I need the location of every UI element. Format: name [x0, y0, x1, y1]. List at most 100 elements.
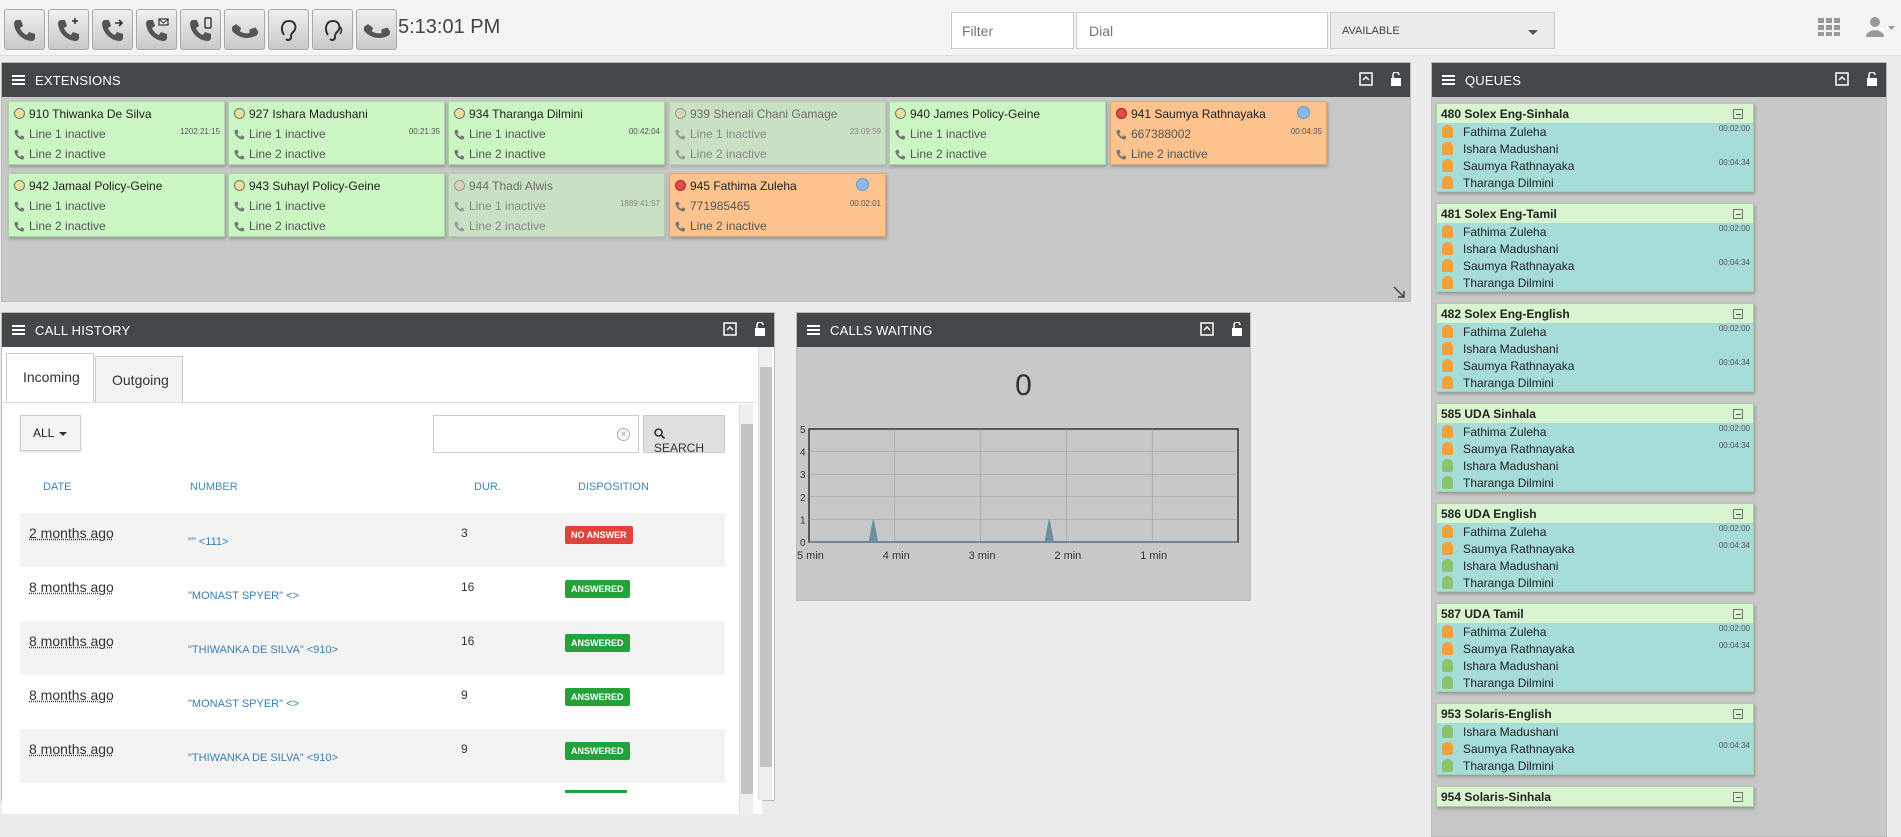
queue-member[interactable]: Saumya Rathnayaka 00:04:34	[1437, 740, 1753, 757]
col-date[interactable]: DATE	[43, 481, 72, 493]
queue-member[interactable]: Fathima Zuleha 00:02:00	[1437, 523, 1753, 540]
call-number-link[interactable]: "THIWANKA DE SILVA" <910>	[188, 644, 338, 656]
minimize-icon[interactable]	[1733, 509, 1743, 519]
maximize-icon[interactable]	[1835, 72, 1849, 86]
menu-icon[interactable]	[12, 75, 25, 85]
menu-icon[interactable]	[1442, 75, 1455, 85]
queue-card[interactable]: 482 Solex Eng-English Fathima Zuleha 00:02…	[1436, 303, 1754, 392]
queue-card[interactable]: 953 Solaris-English Ishara Madushani Saumy…	[1436, 703, 1754, 775]
extension-card[interactable]: 939 Shenali Chani Gamage Line 1 inactive L…	[669, 101, 886, 165]
extension-card[interactable]: 941 Saumya Rathnayaka 667388002 Line 2 ina…	[1110, 101, 1327, 165]
queue-card[interactable]: 587 UDA Tamil Fathima Zuleha 00:02:00 Saumy…	[1436, 603, 1754, 692]
info-icon[interactable]	[856, 178, 869, 191]
queue-member[interactable]: Fathima Zuleha 00:02:00	[1437, 123, 1753, 140]
history-outer-scrollbar[interactable]	[758, 347, 772, 800]
extension-card[interactable]: 945 Fathima Zuleha 771985465 Line 2 inacti…	[669, 173, 886, 237]
queue-member[interactable]: Tharanga Dilmini	[1437, 174, 1753, 191]
queue-member[interactable]: Tharanga Dilmini	[1437, 674, 1753, 691]
call-date[interactable]: 2 months ago	[29, 525, 114, 541]
queue-member[interactable]: Fathima Zuleha 00:02:00	[1437, 323, 1753, 340]
phone-mobile-button[interactable]	[180, 9, 221, 50]
minimize-icon[interactable]	[1733, 709, 1743, 719]
phone-transfer-button[interactable]	[92, 9, 133, 50]
call-number-link[interactable]: "THIWANKA DE SILVA" <910>	[188, 752, 338, 764]
col-duration[interactable]: DUR.	[474, 481, 501, 493]
lock-icon[interactable]	[1389, 71, 1403, 86]
maximize-icon[interactable]	[723, 322, 737, 336]
status-select[interactable]: AVAILABLE	[1330, 12, 1555, 49]
queue-member[interactable]: Tharanga Dilmini	[1437, 474, 1753, 491]
extension-card[interactable]: 943 Suhayl Policy-Geine Line 1 inactive Li…	[228, 173, 445, 237]
queue-member[interactable]: Saumya Rathnayaka 00:04:34	[1437, 440, 1753, 457]
queue-card[interactable]: 586 UDA English Fathima Zuleha 00:02:00 Sau…	[1436, 503, 1754, 592]
info-icon[interactable]	[1297, 106, 1310, 119]
dial-input[interactable]	[1076, 12, 1328, 49]
extension-card[interactable]: 942 Jamaal Policy-Geine Line 1 inactive Li…	[8, 173, 225, 237]
menu-icon[interactable]	[12, 325, 25, 335]
phone-hangup-button[interactable]	[224, 9, 265, 50]
queue-card[interactable]: 481 Solex Eng-Tamil Fathima Zuleha 00:02:0…	[1436, 203, 1754, 292]
history-inner-scrollbar[interactable]	[739, 404, 753, 814]
queue-member[interactable]: Saumya Rathnayaka 00:04:34	[1437, 157, 1753, 174]
tab-incoming[interactable]: Incoming	[6, 353, 94, 403]
extension-card[interactable]: 927 Ishara Madushani Line 1 inactive Line …	[228, 101, 445, 165]
call-number-link[interactable]: "MONAST SPYER" <>	[188, 698, 299, 710]
minimize-icon[interactable]	[1733, 209, 1743, 219]
queue-member[interactable]: Ishara Madushani	[1437, 240, 1753, 257]
queue-member[interactable]: Tharanga Dilmini	[1437, 374, 1753, 391]
search-button[interactable]: SEARCH	[643, 415, 725, 455]
lock-icon[interactable]	[753, 321, 767, 336]
queue-member[interactable]: Ishara Madushani	[1437, 723, 1753, 740]
queue-member[interactable]: Tharanga Dilmini	[1437, 574, 1753, 591]
tab-outgoing[interactable]: Outgoing	[95, 356, 183, 403]
table-row[interactable]: 8 months ago "MONAST SPYER" <> 9 ANSWERED	[20, 675, 725, 729]
menu-icon[interactable]	[807, 325, 820, 335]
resize-icon[interactable]	[1392, 285, 1406, 299]
filter-dropdown[interactable]: ALL	[20, 415, 81, 451]
minimize-icon[interactable]	[1733, 109, 1743, 119]
extension-card[interactable]: 910 Thiwanka De Silva Line 1 inactive Line…	[8, 101, 225, 165]
queue-member[interactable]: Ishara Madushani	[1437, 657, 1753, 674]
phone-add-button[interactable]	[48, 9, 89, 50]
call-number-link[interactable]: "MONAST SPYER" <>	[188, 590, 299, 602]
user-icon[interactable]	[1866, 16, 1896, 38]
queue-member[interactable]: Tharanga Dilmini	[1437, 274, 1753, 291]
queue-member[interactable]: Fathima Zuleha 00:02:00	[1437, 623, 1753, 640]
minimize-icon[interactable]	[1733, 409, 1743, 419]
phone-mail-button[interactable]	[136, 9, 177, 50]
lock-icon[interactable]	[1230, 321, 1244, 336]
table-row[interactable]: 8 months ago "MONAST SPYER" <> 16 ANSWERED	[20, 567, 725, 621]
call-date[interactable]: 8 months ago	[29, 579, 114, 595]
extension-card[interactable]: 944 Thadi Alwis Line 1 inactive Line 2 ina…	[448, 173, 665, 237]
queue-member[interactable]: Fathima Zuleha 00:02:00	[1437, 223, 1753, 240]
table-row[interactable]: 8 months ago "THIWANKA DE SILVA" <910> 16 A…	[20, 621, 725, 675]
queue-member[interactable]: Saumya Rathnayaka 00:04:34	[1437, 257, 1753, 274]
listen-button[interactable]	[312, 9, 353, 50]
history-search-input[interactable]: ✕	[433, 415, 639, 453]
minimize-icon[interactable]	[1733, 792, 1743, 802]
col-disposition[interactable]: DISPOSITION	[578, 481, 649, 493]
minimize-icon[interactable]	[1733, 309, 1743, 319]
phone-hold-button[interactable]	[356, 9, 397, 50]
apps-grid-icon[interactable]	[1818, 18, 1840, 36]
clear-icon[interactable]: ✕	[617, 428, 630, 441]
queue-member[interactable]: Ishara Madushani	[1437, 340, 1753, 357]
minimize-icon[interactable]	[1733, 609, 1743, 619]
filter-input[interactable]	[951, 12, 1074, 49]
queue-member[interactable]: Ishara Madushani	[1437, 457, 1753, 474]
queue-card[interactable]: 585 UDA Sinhala Fathima Zuleha 00:02:00 Sau…	[1436, 403, 1754, 492]
call-date[interactable]: 8 months ago	[29, 741, 114, 757]
queue-member[interactable]: Saumya Rathnayaka 00:04:34	[1437, 357, 1753, 374]
queue-card[interactable]: 954 Solaris-Sinhala	[1436, 786, 1754, 807]
queue-member[interactable]: Tharanga Dilmini	[1437, 757, 1753, 774]
phone-button[interactable]	[4, 9, 45, 50]
queue-card[interactable]: 480 Solex Eng-Sinhala Fathima Zuleha 00:02…	[1436, 103, 1754, 192]
call-date[interactable]: 8 months ago	[29, 633, 114, 649]
col-number[interactable]: NUMBER	[190, 481, 238, 493]
queue-member[interactable]: Fathima Zuleha 00:02:00	[1437, 423, 1753, 440]
table-row[interactable]: 8 months ago "THIWANKA DE SILVA" <910> 9 AN…	[20, 729, 725, 783]
extension-card[interactable]: 934 Tharanga Dilmini Line 1 inactive Line …	[448, 101, 665, 165]
maximize-icon[interactable]	[1200, 322, 1214, 336]
extension-card[interactable]: 940 James Policy-Geine Line 1 inactive Lin…	[889, 101, 1106, 165]
call-date[interactable]: 8 months ago	[29, 687, 114, 703]
